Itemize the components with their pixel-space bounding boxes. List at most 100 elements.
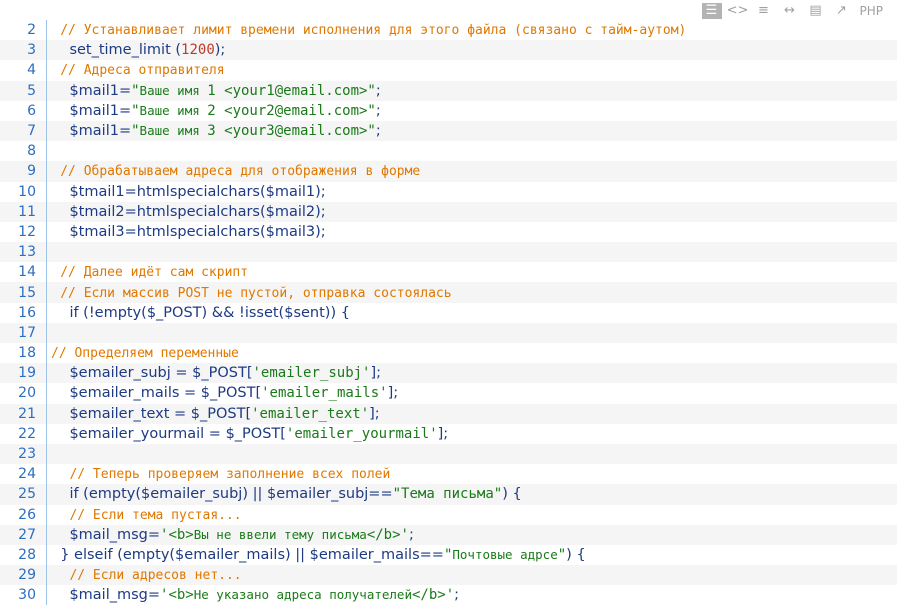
code-line: 20 $emailer_mails = $_POST['emailer_mail…	[0, 383, 897, 404]
code-content: $emailer_text = $_POST['emailer_text'];	[51, 405, 380, 422]
code-token: $mail1=	[69, 102, 132, 119]
code-line: 9 // Обрабатываем адреса для отображения…	[0, 161, 897, 182]
code-icon[interactable]: <>	[727, 3, 749, 19]
gutter-divider	[46, 565, 47, 586]
code-content: // Теперь проверяем заполнение всех поле…	[51, 466, 390, 482]
line-number: 16	[18, 304, 36, 321]
gutter-divider	[46, 40, 47, 61]
code-token: ];	[369, 405, 380, 422]
line-number: 11	[18, 203, 36, 220]
code-line: 12 $tmail3=htmlspecialchars($mail3);	[0, 221, 897, 243]
line-number: 19	[18, 365, 36, 382]
code-line: 15 // Если массив POST не пустой, отправ…	[0, 282, 897, 303]
line-number: 5	[27, 82, 36, 99]
expand-icon[interactable]: ↔	[780, 3, 800, 19]
code-token: // Теперь проверяем заполнение всех поле…	[69, 467, 391, 483]
gutter-divider	[46, 141, 47, 162]
gutter-divider	[46, 20, 47, 41]
gutter-divider	[46, 302, 47, 323]
wrap-icon[interactable]: ≡	[754, 3, 774, 19]
gutter-divider	[46, 181, 47, 202]
gutter-divider	[46, 100, 47, 121]
code-content: if (empty($emailer_subj) || $emailer_sub…	[51, 486, 521, 502]
line-number: 13	[18, 244, 36, 261]
code-line: 19 $emailer_subj = $_POST['emailer_subj'…	[0, 363, 897, 384]
code-content: // Устанавливает лимит времени исполнени…	[51, 22, 686, 38]
code-line: 21 $emailer_text = $_POST['emailer_text'…	[0, 403, 897, 424]
code-line: 29 // Если адресов нет...	[0, 565, 897, 586]
code-token: '<b>	[160, 587, 194, 604]
code-token: $emailer_mails = $_POST[	[69, 385, 262, 402]
gutter-divider	[46, 544, 47, 566]
code-token: ;	[375, 102, 381, 119]
code-token: if (!empty($_POST) && !isset($sent)) {	[69, 304, 350, 321]
code-line: 22 $emailer_yourmail = $_POST['emailer_y…	[0, 423, 897, 444]
code-token: Ваше имя	[139, 82, 208, 98]
gutter-divider	[46, 161, 47, 182]
code-token: $emailer_yourmail = $_POST[	[69, 425, 286, 442]
line-number: 23	[18, 446, 36, 463]
language-label: PHP	[859, 4, 884, 18]
popup-icon[interactable]: ↗	[832, 3, 852, 19]
gutter-divider	[46, 484, 47, 505]
copy-icon[interactable]: ▤	[806, 3, 826, 19]
toolbar-icons: ☰ <> ≡ ↔ ▤ ↗ PHP	[701, 2, 884, 20]
gutter-divider	[46, 383, 47, 404]
code-line: 8	[0, 141, 897, 162]
gutter-divider	[46, 80, 47, 101]
line-number: 12	[18, 223, 36, 240]
code-token: // Устанавливает лимит времени исполнени…	[60, 23, 687, 39]
code-token: '<b>	[160, 526, 194, 543]
code-line: 11 $tmail2=htmlspecialchars($mail2);	[0, 201, 897, 222]
code-token: 2 <your2@email.com>"	[207, 102, 376, 119]
gutter-divider	[46, 524, 47, 545]
line-number: 6	[27, 102, 36, 119]
view-source-icon[interactable]: ☰	[701, 3, 722, 19]
code-token: Ваше имя	[139, 123, 208, 139]
code-token: // Если адресов нет...	[69, 568, 242, 584]
line-number: 15	[18, 284, 36, 301]
line-number: 29	[18, 567, 36, 584]
line-number: 26	[18, 506, 36, 523]
gutter-divider	[46, 363, 47, 384]
code-line: 17	[0, 322, 897, 343]
code-token: ];	[387, 385, 399, 402]
code-content: $tmail1=htmlspecialchars($mail1);	[51, 184, 325, 200]
code-line: 26 // Если тема пустая...	[0, 504, 897, 525]
line-number: 3	[27, 42, 36, 59]
code-token: 'emailer_text'	[251, 405, 370, 422]
code-content: // Если тема пустая...	[51, 507, 241, 523]
code-token: ) {	[566, 546, 586, 563]
code-line: 24 // Теперь проверяем заполнение всех п…	[0, 464, 897, 485]
code-token: // Определяем переменные	[51, 346, 239, 362]
code-content: $mail1="Ваше имя 1 <your1@email.com>";	[51, 82, 380, 99]
code-token: ;	[454, 587, 460, 604]
code-line: 3 set_time_limit (1200);	[0, 40, 897, 61]
code-token: // Далее идёт сам скрипт	[60, 265, 249, 281]
code-content: $mail_msg='<b>Не указано адреса получате…	[51, 587, 459, 603]
line-number: 20	[18, 385, 36, 402]
code-token: Почтовые адрсе	[452, 546, 558, 562]
code-content: // Адреса отправителя	[51, 62, 224, 78]
code-content: $tmail2=htmlspecialchars($mail2);	[51, 204, 325, 220]
line-number: 8	[27, 143, 36, 160]
code-content: $emailer_mails = $_POST['emailer_mails']…	[51, 385, 398, 401]
code-token: );	[214, 42, 226, 59]
line-number: 7	[27, 123, 36, 140]
code-token: Не указано адреса получателей	[193, 587, 412, 603]
code-token: 'emailer_mails'	[261, 385, 388, 402]
line-number: 10	[18, 183, 36, 200]
line-number: 28	[18, 546, 36, 563]
gutter-divider	[46, 343, 47, 364]
code-token: set_time_limit (	[69, 42, 182, 59]
code-line: 18 // Определяем переменные	[0, 343, 897, 364]
line-number: 9	[27, 163, 36, 180]
